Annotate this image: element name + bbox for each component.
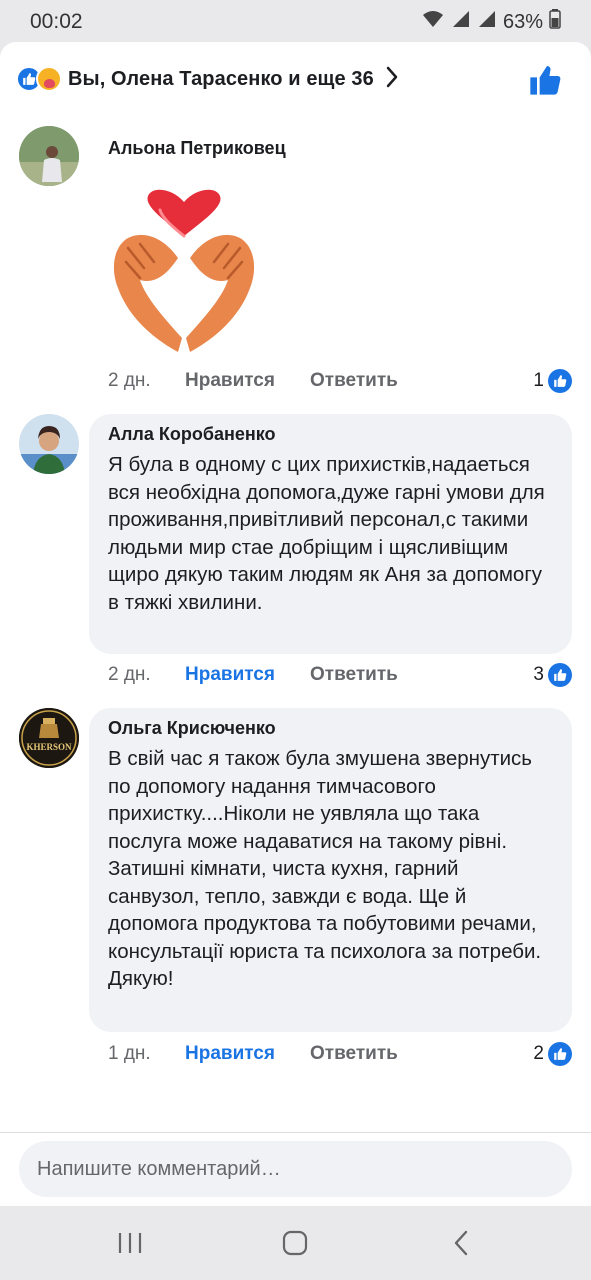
- comment-actions: 2 дн. Нравится Ответить 1: [108, 366, 572, 396]
- status-time: 00:02: [30, 10, 83, 33]
- like-button[interactable]: Нравится: [185, 664, 310, 686]
- like-icon: [548, 1042, 572, 1066]
- like-icon: [548, 369, 572, 393]
- avatar[interactable]: [19, 414, 79, 474]
- status-icons: 63%: [421, 9, 561, 35]
- reply-button[interactable]: Ответить: [310, 664, 398, 686]
- heart-hands-sticker: [104, 188, 264, 358]
- comment-text: Я була в одному с цих прихистків,надаеть…: [108, 453, 545, 614]
- comment-actions: 1 дн. Нравится Ответить 2: [108, 1039, 572, 1069]
- comment-input[interactable]: [37, 1157, 554, 1181]
- avatar[interactable]: KHERSON: [19, 708, 79, 768]
- comment-actions: 2 дн. Нравится Ответить 3: [108, 660, 572, 690]
- comment-author[interactable]: Алла Коробаненко: [108, 424, 554, 445]
- status-bar: 00:02 63%: [0, 0, 591, 42]
- chevron-right-icon: [386, 66, 398, 93]
- signal-icon-2: [477, 9, 497, 35]
- comment-bubble: Алла Коробаненко Я була в одному с цих п…: [89, 414, 572, 654]
- comment-text: В свій час я також була змушена звернути…: [108, 747, 542, 990]
- care-reaction-icon: [36, 66, 62, 92]
- comment-author[interactable]: Ольга Крисюченко: [108, 718, 554, 739]
- like-button[interactable]: Нравится: [185, 370, 310, 392]
- like-count-value: 1: [533, 370, 544, 391]
- reply-button[interactable]: Ответить: [310, 370, 398, 392]
- comments-sheet: Вы, Олена Тарасенко и еще 36 Альона Петр…: [0, 42, 591, 1206]
- divider: [0, 1132, 591, 1133]
- reply-button[interactable]: Ответить: [310, 1043, 398, 1065]
- comment-time: 1 дн.: [108, 1043, 151, 1064]
- battery-icon: [549, 9, 561, 35]
- reactions-summary-text: Вы, Олена Тарасенко и еще 36: [68, 67, 374, 90]
- comment-author[interactable]: Альона Петриковец: [108, 138, 286, 159]
- like-icon[interactable]: [529, 64, 561, 101]
- comment-time: 2 дн.: [108, 370, 151, 391]
- reactions-summary[interactable]: Вы, Олена Тарасенко и еще 36: [16, 64, 575, 95]
- comment-time: 2 дн.: [108, 664, 151, 685]
- like-count[interactable]: 3: [533, 663, 572, 687]
- reaction-icons: [16, 66, 62, 92]
- home-icon[interactable]: [275, 1228, 315, 1258]
- comment-bubble: Ольга Крисюченко В свій час я також була…: [89, 708, 572, 1032]
- like-count-value: 2: [533, 1043, 544, 1064]
- like-icon: [548, 663, 572, 687]
- recent-apps-icon[interactable]: [110, 1228, 150, 1258]
- back-icon[interactable]: [441, 1228, 481, 1258]
- battery-percent: 63%: [502, 10, 543, 33]
- like-count-value: 3: [533, 664, 544, 685]
- like-count[interactable]: 2: [533, 1042, 572, 1066]
- like-button[interactable]: Нравится: [185, 1043, 310, 1065]
- wifi-icon: [421, 9, 445, 35]
- avatar-logo-text: KHERSON: [26, 742, 72, 752]
- comment-composer[interactable]: [19, 1141, 572, 1197]
- navigation-bar: [0, 1206, 591, 1280]
- signal-icon: [451, 9, 471, 35]
- like-count[interactable]: 1: [533, 369, 572, 393]
- avatar[interactable]: [19, 126, 79, 186]
